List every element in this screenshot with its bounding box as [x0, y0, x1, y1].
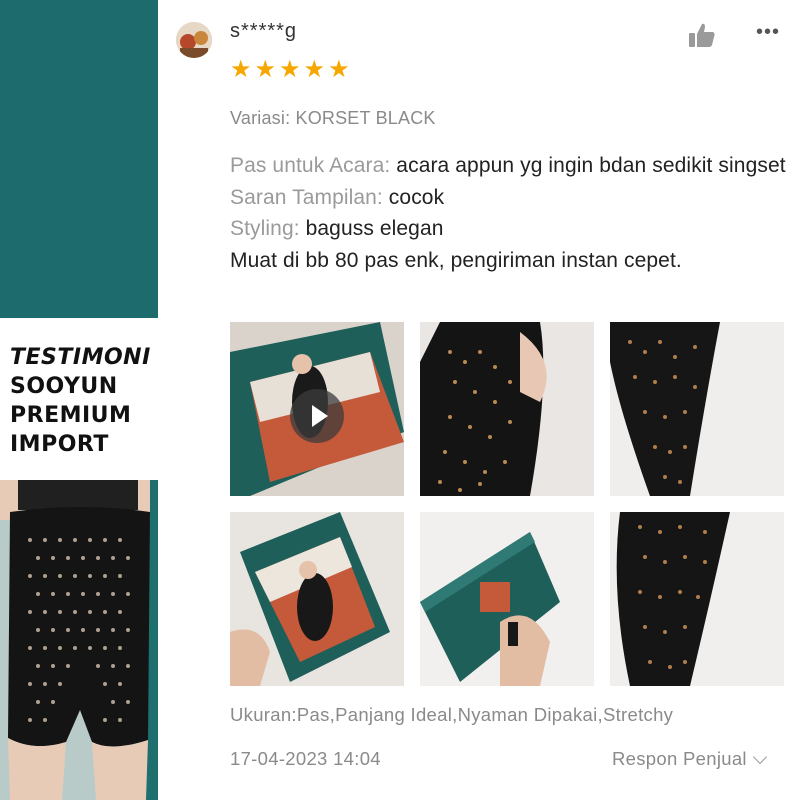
avatar[interactable]: [176, 22, 212, 58]
field-value-occasion: acara appun yg ingin bdan sedikit singse…: [390, 154, 786, 177]
review-photo[interactable]: [420, 322, 594, 496]
review-body: Pas untuk Acara: acara appun yg ingin bd…: [230, 150, 790, 276]
star-icon: ★: [230, 56, 252, 83]
review-comment: Muat di bb 80 pas enk, pengiriman instan…: [230, 248, 682, 272]
star-icon: ★: [303, 56, 326, 83]
review-video-thumbnail[interactable]: [230, 322, 404, 496]
field-label-appearance: Saran Tampilan:: [230, 185, 383, 209]
play-icon[interactable]: [290, 389, 344, 443]
review-photo[interactable]: [420, 512, 594, 686]
product-photo: [0, 480, 158, 800]
promo-line-1: TESTIMONI: [10, 345, 151, 370]
review-photo[interactable]: [610, 322, 784, 496]
chevron-down-icon: [752, 749, 767, 764]
product-variation: Variasi: KORSET BLACK: [230, 108, 436, 128]
promo-line-3: PREMIUM: [10, 403, 132, 428]
field-value-styling: baguss elegan: [299, 217, 444, 240]
review-card: s*****g ••• ★ ★ ★ ★ ★ Variasi: KORSET BL…: [158, 0, 800, 800]
reviewer-username[interactable]: s*****g: [230, 20, 297, 43]
seller-response-toggle[interactable]: Respon Penjual: [612, 748, 767, 770]
promo-line-2: SOOYUN: [10, 374, 118, 399]
rating-stars: ★ ★ ★ ★ ★: [230, 58, 350, 82]
star-icon: ★: [279, 56, 301, 83]
review-photo[interactable]: [230, 512, 404, 686]
promo-panel: TESTIMONI SOOYUN PREMIUM IMPORT: [0, 0, 158, 800]
thumbs-up-icon[interactable]: [688, 22, 716, 48]
seller-response-label: Respon Penjual: [612, 748, 747, 769]
field-label-styling: Styling:: [230, 217, 300, 240]
promo-teal-block: [0, 0, 158, 318]
size-tags: Ukuran:Pas,Panjang Ideal,Nyaman Dipakai,…: [230, 704, 674, 725]
more-options-icon[interactable]: •••: [756, 22, 780, 42]
star-icon: ★: [254, 56, 277, 83]
review-photo[interactable]: [610, 512, 784, 686]
promo-heading: TESTIMONI SOOYUN PREMIUM IMPORT: [10, 343, 158, 459]
review-media-gallery: [230, 322, 784, 700]
promo-line-4: IMPORT: [10, 432, 109, 457]
star-icon: ★: [328, 56, 350, 83]
review-date: 17-04-2023 14:04: [230, 748, 381, 769]
field-value-appearance: cocok: [382, 185, 445, 209]
field-label-occasion: Pas untuk Acara:: [230, 154, 391, 177]
